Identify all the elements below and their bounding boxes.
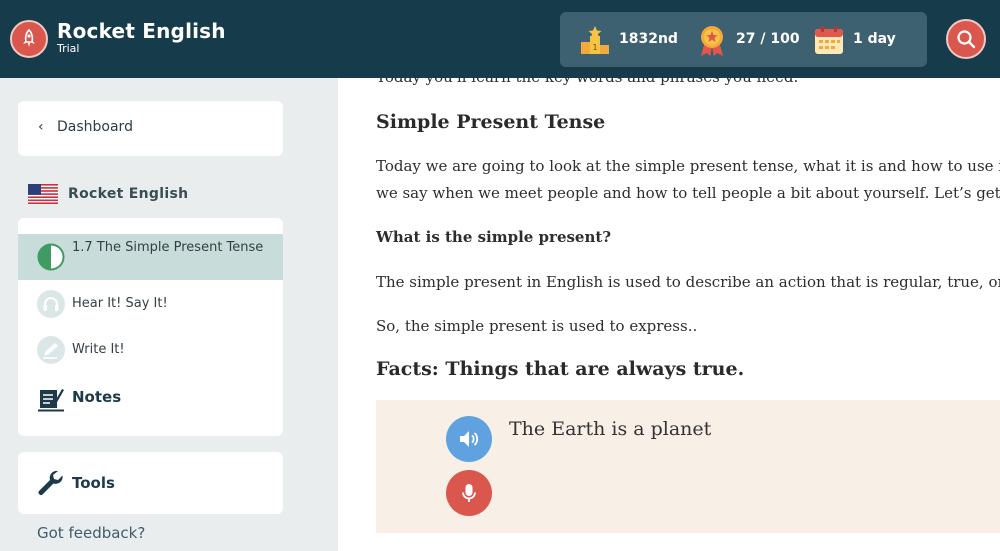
intro-text: Today you'll learn the key words and phr…: [376, 78, 798, 86]
search-button[interactable]: [946, 19, 986, 59]
calendar-icon: [815, 26, 843, 54]
trophy-icon: 1: [581, 26, 609, 54]
stats-panel[interactable]: 1 1832nd 27 / 100 1 day: [560, 12, 927, 67]
rank-value: 1832nd: [619, 31, 678, 47]
example-box: The Earth is a planet: [376, 400, 1000, 533]
points-value: 27 / 100: [736, 31, 800, 47]
tools-label: Tools: [72, 474, 115, 492]
dashboard-label: Dashboard: [57, 119, 133, 135]
wrench-icon: [38, 470, 63, 495]
lesson-item-hear-it-say-it[interactable]: Hear It! Say It!: [18, 284, 283, 324]
dashboard-link[interactable]: ‹ Dashboard: [18, 101, 283, 156]
svg-text:1: 1: [592, 43, 597, 52]
lesson-item-simple-present[interactable]: 1.7 The Simple Present Tense: [18, 234, 283, 280]
notes-icon: [38, 389, 64, 412]
microphone-icon: [462, 484, 476, 502]
section-heading: Simple Present Tense: [376, 111, 606, 133]
subheading: What is the simple present?: [376, 228, 612, 246]
subscription-label: Trial: [57, 42, 80, 55]
lesson-label: Write It!: [72, 342, 125, 357]
speaker-icon: [460, 431, 479, 447]
pencil-icon: [37, 336, 65, 364]
search-icon: [957, 30, 976, 49]
lesson-item-write-it[interactable]: Write It!: [18, 330, 283, 370]
lesson-label: 1.7 The Simple Present Tense: [72, 240, 264, 255]
play-audio-button[interactable]: [446, 416, 492, 462]
lesson-label: Hear It! Say It!: [72, 296, 168, 311]
rocket-icon[interactable]: [10, 20, 48, 58]
streak-value: 1 day: [853, 31, 896, 47]
top-bar: Rocket English Trial 1 1832nd 27 / 100 1…: [0, 0, 1000, 78]
paragraph: So, the simple present is used to expres…: [376, 317, 698, 335]
paragraph: The simple present in English is used to…: [376, 273, 1000, 291]
course-title: Rocket English: [68, 186, 189, 202]
feedback-link[interactable]: Got feedback?: [37, 524, 145, 542]
tools-card[interactable]: Tools: [18, 452, 283, 514]
medal-icon: [701, 26, 723, 56]
brand-name[interactable]: Rocket English: [57, 19, 226, 43]
paragraph: Today we are going to look at the simple…: [376, 157, 1000, 175]
record-button[interactable]: [446, 470, 492, 516]
sidebar: ‹ Dashboard Rocket English 1.7 The Simpl…: [0, 78, 338, 551]
facts-heading: Facts: Things that are always true.: [376, 358, 745, 380]
us-flag-icon: [28, 184, 58, 204]
lesson-list: 1.7 The Simple Present Tense Hear It! Sa…: [18, 218, 283, 436]
headphones-icon: [37, 290, 65, 318]
chevron-left-icon: ‹: [38, 119, 44, 135]
half-circle-progress-icon: [37, 243, 65, 271]
notes-link[interactable]: Notes: [72, 388, 121, 406]
lesson-content: Today you'll learn the key words and phr…: [338, 78, 1000, 551]
example-sentence: The Earth is a planet: [509, 418, 712, 440]
paragraph: we say when we meet people and how to te…: [376, 184, 1000, 202]
